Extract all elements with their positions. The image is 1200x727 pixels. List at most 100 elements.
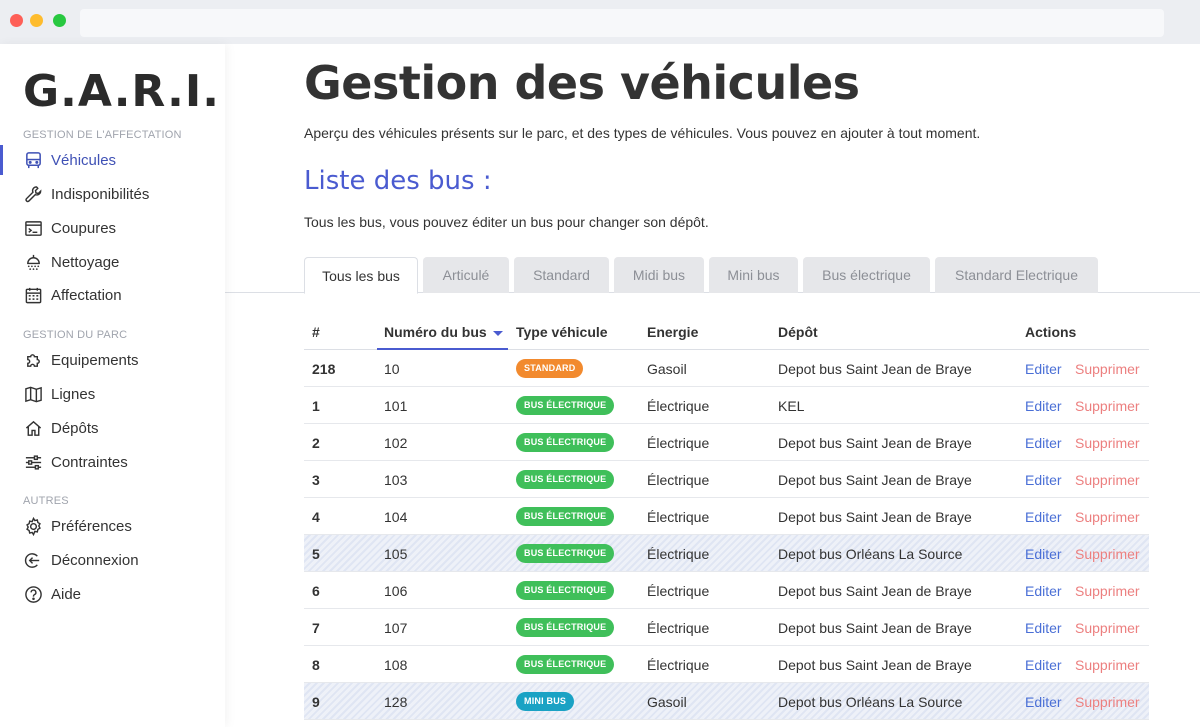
- cell-id: 2: [312, 434, 320, 451]
- tab-tous-les-bus[interactable]: Tous les bus: [304, 257, 418, 294]
- cell-vehicle-type: STANDARD: [516, 350, 584, 387]
- edit-link[interactable]: Editer: [1025, 609, 1062, 646]
- cell-id: 218: [312, 360, 336, 377]
- sidebar-item-aide[interactable]: Aide: [0, 579, 225, 609]
- table-row: 6 106 Électrique Depot bus Saint Jean de Br…: [304, 572, 1149, 609]
- sidebar-item-preferences[interactable]: Préférences: [0, 511, 225, 541]
- table-row: 7 107 Électrique Depot bus Saint Jean de Br…: [304, 609, 1149, 646]
- sidebar-item-lignes[interactable]: Lignes: [0, 379, 225, 409]
- vehicle-type-badge: STANDARD: [516, 359, 584, 378]
- cell-id: 7: [312, 619, 320, 636]
- cell-depot: Depot bus Saint Jean de Braye: [778, 471, 972, 488]
- cell-energy: Électrique: [647, 582, 710, 599]
- cell-vehicle-type: BUS ÉLECTRIQUE: [516, 424, 615, 461]
- tab-midi-bus[interactable]: Midi bus: [614, 257, 704, 293]
- cell-energy: Électrique: [647, 508, 710, 525]
- cell-vehicle-type: BUS ÉLECTRIQUE: [516, 609, 615, 646]
- delete-link[interactable]: Supprimer: [1075, 646, 1140, 683]
- cell-energy: Électrique: [647, 656, 710, 673]
- edit-link[interactable]: Editer: [1025, 535, 1062, 572]
- delete-link[interactable]: Supprimer: [1075, 572, 1140, 609]
- cell-energy: Électrique: [647, 619, 710, 636]
- edit-link[interactable]: Editer: [1025, 572, 1062, 609]
- delete-link[interactable]: Supprimer: [1075, 350, 1140, 387]
- cell-depot: Depot bus Saint Jean de Braye: [778, 434, 972, 451]
- table-row: 218 10 Gasoil Depot bus Saint Jean de Braye…: [304, 350, 1149, 387]
- edit-link[interactable]: Editer: [1025, 646, 1062, 683]
- logout-icon: [23, 550, 43, 570]
- vehicle-type-badge: BUS ÉLECTRIQUE: [516, 581, 615, 600]
- table-row: 5 105 Électrique Depot bus Orléans La Sourc…: [304, 535, 1149, 572]
- cell-depot: Depot bus Orléans La Source: [778, 693, 963, 710]
- maximize-window-button[interactable]: [53, 14, 66, 27]
- vehicle-type-badge: MINI BUS: [516, 692, 575, 711]
- edit-link[interactable]: Editer: [1025, 387, 1062, 424]
- cell-energy: Gasoil: [647, 360, 687, 377]
- cell-depot: Depot bus Saint Jean de Braye: [778, 656, 972, 673]
- address-bar[interactable]: [80, 9, 1164, 37]
- vehicle-type-badge: BUS ÉLECTRIQUE: [516, 507, 615, 526]
- delete-link[interactable]: Supprimer: [1075, 498, 1140, 535]
- sidebar: G.A.R.I. GESTION DE L'AFFECTATION Véhicu…: [0, 44, 225, 727]
- cell-depot: Depot bus Saint Jean de Braye: [778, 508, 972, 525]
- edit-link[interactable]: Editer: [1025, 683, 1062, 720]
- delete-link[interactable]: Supprimer: [1075, 609, 1140, 646]
- calendar-icon: [23, 285, 43, 305]
- sidebar-item-label: Nettoyage: [51, 253, 120, 271]
- terminal-icon: [23, 218, 43, 238]
- minimize-window-button[interactable]: [30, 14, 43, 27]
- delete-link[interactable]: Supprimer: [1075, 424, 1140, 461]
- home-icon: [23, 418, 43, 438]
- cell-depot: Depot bus Saint Jean de Braye: [778, 582, 972, 599]
- page-title: Gestion des véhicules: [304, 56, 860, 110]
- sidebar-item-nettoyage[interactable]: Nettoyage: [0, 247, 225, 277]
- delete-link[interactable]: Supprimer: [1075, 387, 1140, 424]
- delete-link[interactable]: Supprimer: [1075, 461, 1140, 498]
- column-header-numero[interactable]: Numéro du bus: [384, 324, 503, 340]
- cell-depot: Depot bus Saint Jean de Braye: [778, 619, 972, 636]
- table-row: 8 108 Électrique Depot bus Saint Jean de Br…: [304, 646, 1149, 683]
- delete-link[interactable]: Supprimer: [1075, 535, 1140, 572]
- cell-bus-number: 104: [384, 508, 408, 525]
- sidebar-item-indisponibilites[interactable]: Indisponibilités: [0, 179, 225, 209]
- sidebar-item-depots[interactable]: Dépôts: [0, 413, 225, 443]
- sidebar-item-affectation[interactable]: Affectation: [0, 280, 225, 310]
- cell-energy: Électrique: [647, 397, 710, 414]
- tab-bus-electrique[interactable]: Bus électrique: [803, 257, 930, 293]
- cell-energy: Électrique: [647, 471, 710, 488]
- sidebar-item-deconnexion[interactable]: Déconnexion: [0, 545, 225, 575]
- sort-descending-icon: [492, 330, 503, 336]
- tab-mini-bus[interactable]: Mini bus: [709, 257, 798, 293]
- cell-bus-number: 105: [384, 545, 408, 562]
- gear-icon: [23, 516, 43, 536]
- sidebar-item-label: Préférences: [51, 517, 132, 535]
- window-titlebar: [0, 0, 1200, 44]
- tab-articule[interactable]: Articulé: [423, 257, 509, 293]
- close-window-button[interactable]: [10, 14, 23, 27]
- sidebar-item-vehicules[interactable]: Véhicules: [0, 145, 225, 175]
- cell-vehicle-type: BUS ÉLECTRIQUE: [516, 387, 615, 424]
- edit-link[interactable]: Editer: [1025, 498, 1062, 535]
- column-header-id: #: [312, 324, 320, 340]
- sidebar-section-affectation: GESTION DE L'AFFECTATION: [23, 129, 182, 141]
- sidebar-item-label: Affectation: [51, 286, 122, 304]
- cell-energy: Électrique: [647, 545, 710, 562]
- delete-link[interactable]: Supprimer: [1075, 683, 1140, 720]
- cell-id: 6: [312, 582, 320, 599]
- sidebar-item-contraintes[interactable]: Contraintes: [0, 447, 225, 477]
- sidebar-item-equipements[interactable]: Equipements: [0, 345, 225, 375]
- sidebar-item-label: Coupures: [51, 219, 117, 237]
- table-row: 9 128 Gasoil Depot bus Orléans La Source Edi…: [304, 683, 1149, 720]
- tab-standard[interactable]: Standard: [514, 257, 609, 293]
- cell-vehicle-type: BUS ÉLECTRIQUE: [516, 535, 615, 572]
- edit-link[interactable]: Editer: [1025, 424, 1062, 461]
- edit-link[interactable]: Editer: [1025, 350, 1062, 387]
- table-row: 3 103 Électrique Depot bus Saint Jean de Br…: [304, 461, 1149, 498]
- sidebar-item-label: Lignes: [51, 385, 96, 403]
- tab-standard-electrique[interactable]: Standard Electrique: [935, 257, 1098, 293]
- vehicle-type-badge: BUS ÉLECTRIQUE: [516, 433, 615, 452]
- vehicle-type-badge: BUS ÉLECTRIQUE: [516, 544, 615, 563]
- edit-link[interactable]: Editer: [1025, 461, 1062, 498]
- sidebar-item-coupures[interactable]: Coupures: [0, 213, 225, 243]
- cell-bus-number: 107: [384, 619, 408, 636]
